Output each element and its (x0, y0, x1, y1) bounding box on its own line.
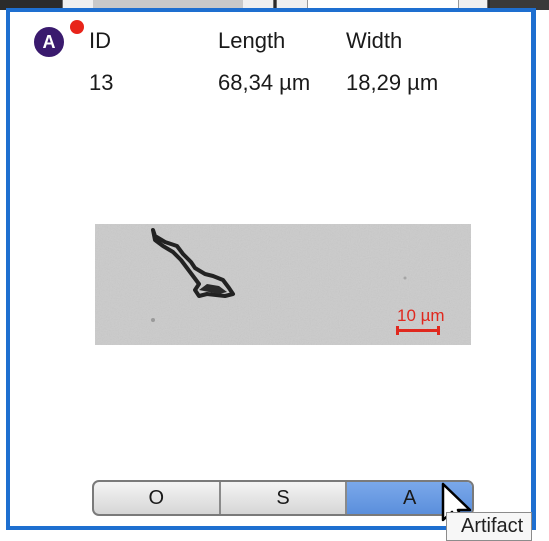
header-length: Length (218, 28, 286, 53)
header-width: Width (346, 28, 403, 53)
value-length: 68,34 µm (218, 70, 311, 95)
header-id: ID (89, 28, 111, 53)
scale-bar-label: 10 µm (397, 306, 445, 325)
segment-o[interactable]: O (94, 482, 221, 514)
class-badge-letter: A (42, 31, 56, 52)
value-width: 18,29 µm (346, 70, 439, 95)
classification-segmented-control[interactable]: O S A (92, 480, 474, 516)
micrograph-image (95, 224, 471, 345)
notification-dot (70, 20, 84, 34)
scale-bar (396, 326, 440, 335)
value-id: 13 (89, 70, 114, 95)
segment-s[interactable]: S (221, 482, 348, 514)
class-badge: A (33, 26, 65, 58)
tooltip: Artifact (446, 512, 533, 541)
particle-micrograph (95, 224, 471, 345)
particle-detail-screen: A ID Length Width 13 68,34 µm 18,29 µm 1… (0, 0, 549, 541)
tooltip-text: Artifact (461, 515, 524, 537)
